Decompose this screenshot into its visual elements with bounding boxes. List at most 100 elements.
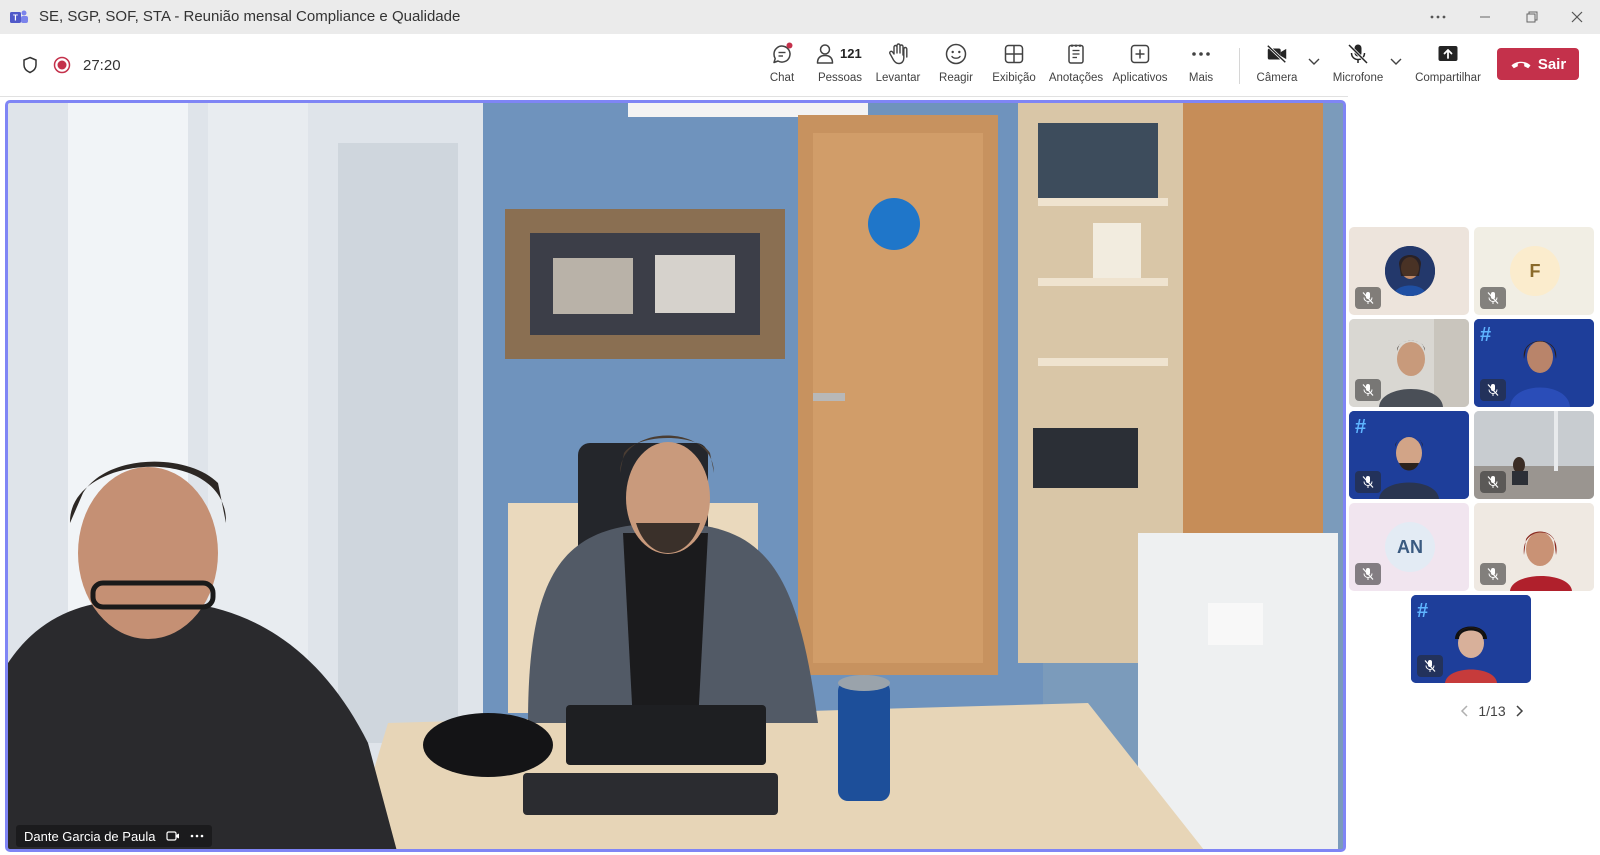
more-horizontal-icon	[1192, 52, 1210, 56]
gallery-pager: 1/13	[1432, 700, 1552, 722]
participant-avatar	[1385, 246, 1435, 296]
recording-icon[interactable]	[53, 56, 71, 74]
minimize-button[interactable]	[1465, 4, 1505, 30]
hand-icon	[889, 43, 908, 65]
react-label: Reagir	[939, 72, 973, 84]
view-label: Exibição	[992, 72, 1036, 84]
mic-off-icon	[1362, 384, 1374, 396]
muted-indicator	[1480, 563, 1506, 585]
minimize-icon	[1480, 16, 1490, 18]
previous-page-icon[interactable]	[1460, 704, 1470, 718]
people-count: 121	[840, 46, 862, 61]
svg-text:#: #	[1417, 600, 1428, 622]
restore-button[interactable]	[1512, 4, 1552, 30]
participant-tile[interactable]: #	[1411, 595, 1531, 683]
raise-hand-label: Levantar	[875, 72, 921, 84]
notes-icon	[1068, 44, 1084, 64]
leave-label: Sair	[1537, 55, 1567, 73]
apps-button[interactable]: Aplicativos	[1107, 42, 1173, 92]
window-title: SE, SGP, SOF, STA - Reunião mensal Compl…	[39, 8, 461, 25]
mic-off-icon	[1487, 384, 1499, 396]
participant-more-icon[interactable]	[190, 834, 204, 838]
raise-hand-button[interactable]: Levantar	[865, 42, 931, 92]
microphone-button[interactable]: Microfone	[1325, 42, 1391, 92]
more-button[interactable]: Mais	[1168, 42, 1234, 92]
participant-initials-avatar: F	[1510, 246, 1560, 296]
participant-tile[interactable]	[1349, 319, 1469, 407]
meeting-timer: 27:20	[83, 57, 121, 74]
toolbar-separator	[1239, 48, 1240, 84]
view-button[interactable]: Exibição	[981, 42, 1047, 92]
participant-tile[interactable]: #	[1474, 319, 1594, 407]
notes-button[interactable]: Anotações	[1043, 42, 1109, 92]
participant-tile[interactable]	[1349, 227, 1469, 315]
layout-grid-icon	[1004, 44, 1024, 64]
more-options-button[interactable]	[1418, 4, 1458, 30]
mic-off-icon	[1487, 292, 1499, 304]
react-button[interactable]: Reagir	[923, 42, 989, 92]
share-screen-icon	[1438, 46, 1458, 61]
people-icon	[816, 44, 834, 64]
notes-label: Anotações	[1048, 72, 1104, 84]
share-label: Compartilhar	[1415, 72, 1481, 84]
meeting-toolbar: 27:20 Chat 121 Pessoas Levantar Reagir E…	[0, 34, 1600, 97]
muted-indicator	[1480, 379, 1506, 401]
more-label: Mais	[1188, 72, 1214, 84]
muted-indicator	[1355, 563, 1381, 585]
people-button[interactable]: 121 Pessoas	[807, 42, 873, 92]
mic-off-icon	[1347, 43, 1369, 65]
leave-button[interactable]: Sair	[1497, 48, 1579, 80]
mic-off-icon	[1362, 476, 1374, 488]
mic-off-icon	[1487, 476, 1499, 488]
muted-indicator	[1417, 655, 1443, 677]
participant-tile[interactable]: #	[1349, 411, 1469, 499]
muted-indicator	[1355, 471, 1381, 493]
close-button[interactable]	[1557, 4, 1597, 30]
page-indicator: 1/13	[1478, 703, 1506, 719]
microphone-label: Microfone	[1332, 72, 1384, 84]
chat-button[interactable]: Chat	[749, 42, 815, 92]
participant-initials-avatar: AN	[1385, 522, 1435, 572]
people-label: Pessoas	[817, 72, 863, 84]
participant-video-icon[interactable]	[165, 830, 180, 842]
add-apps-icon	[1130, 44, 1150, 64]
mic-off-icon	[1424, 660, 1436, 672]
participant-tile[interactable]: F	[1474, 227, 1594, 315]
participant-tile[interactable]: AN	[1349, 503, 1469, 591]
share-button[interactable]: Compartilhar	[1415, 42, 1481, 92]
muted-indicator	[1355, 287, 1381, 309]
phone-hangup-icon	[1511, 61, 1531, 69]
svg-text:#: #	[1355, 416, 1366, 438]
muted-indicator	[1480, 287, 1506, 309]
participant-tile[interactable]	[1474, 411, 1594, 499]
camera-button[interactable]: Câmera	[1244, 42, 1310, 92]
main-video-stage[interactable]: Dante Garcia de Paula	[5, 100, 1346, 852]
more-horizontal-icon	[1430, 15, 1446, 19]
next-page-icon[interactable]	[1514, 704, 1524, 718]
participant-tile[interactable]	[1474, 503, 1594, 591]
chat-label: Chat	[769, 72, 795, 84]
camera-options-chevron-icon[interactable]	[1307, 54, 1321, 68]
shield-icon[interactable]	[21, 56, 39, 74]
svg-text:T: T	[13, 14, 18, 23]
muted-indicator	[1480, 471, 1506, 493]
mic-off-icon	[1362, 568, 1374, 580]
mic-off-icon	[1487, 568, 1499, 580]
mic-off-icon	[1362, 292, 1374, 304]
camera-off-icon	[1266, 44, 1287, 64]
chat-icon	[773, 42, 793, 64]
camera-label: Câmera	[1256, 72, 1298, 84]
apps-label: Aplicativos	[1112, 72, 1168, 84]
speaker-name-tag: Dante Garcia de Paula	[16, 825, 212, 847]
speaker-name: Dante Garcia de Paula	[24, 828, 156, 844]
video-feed-office-scene	[8, 103, 1343, 849]
muted-indicator	[1355, 379, 1381, 401]
close-icon	[1571, 11, 1583, 23]
teams-app-icon: T	[10, 10, 28, 23]
microphone-options-chevron-icon[interactable]	[1389, 54, 1403, 68]
participant-photo	[1385, 246, 1435, 296]
restore-icon	[1526, 11, 1538, 23]
smiley-icon	[945, 43, 967, 65]
svg-text:#: #	[1480, 324, 1491, 346]
window-titlebar: T SE, SGP, SOF, STA - Reunião mensal Com…	[0, 0, 1600, 34]
